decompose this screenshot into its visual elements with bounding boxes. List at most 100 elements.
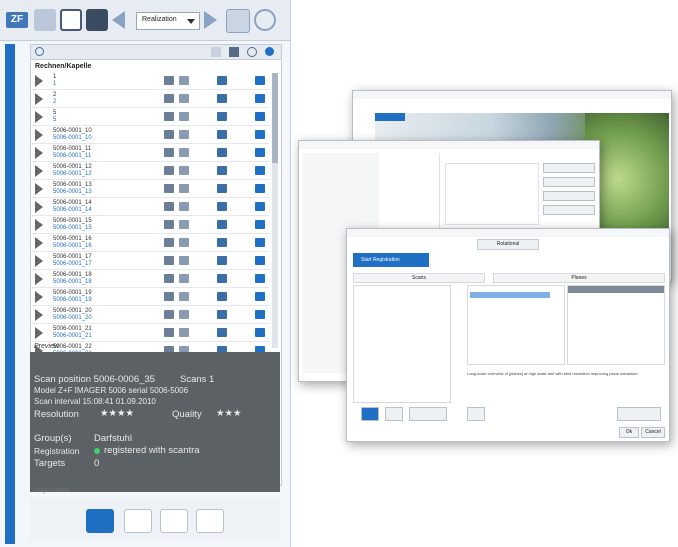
item-label: 5006-0001_19 5006-0001_19 <box>53 290 92 303</box>
cancel-button[interactable]: Cancel <box>641 427 665 438</box>
list-item[interactable]: 5006-0001_10 5006-0001_10 <box>31 127 269 144</box>
camera-icon <box>179 184 189 193</box>
item-label: 5006-0001_10 5006-0001_10 <box>53 128 92 141</box>
selected-row[interactable] <box>470 292 550 298</box>
list-item[interactable]: 5006-0001_14 5006-0001_14 <box>31 199 269 216</box>
window-icon[interactable] <box>86 9 108 31</box>
list-item[interactable]: 55 <box>31 109 269 126</box>
plane-action-button[interactable] <box>467 407 485 421</box>
register-icon[interactable] <box>255 202 265 211</box>
expand-arrow-icon[interactable] <box>35 93 43 105</box>
export-icon[interactable] <box>229 47 239 57</box>
folder-icon[interactable] <box>34 9 56 31</box>
list-item[interactable]: 5006-0001_16 5006-0001_16 <box>31 235 269 252</box>
scan-icon <box>164 112 174 121</box>
resolution-stars: ★★★★ <box>100 408 135 419</box>
toolbar: ZF Realization <box>0 0 290 41</box>
expand-arrow-icon[interactable] <box>35 309 43 321</box>
view-mode-dropdown[interactable]: Realization <box>136 12 200 30</box>
register-icon[interactable] <box>255 238 265 247</box>
tab-chat-icon[interactable] <box>86 509 114 533</box>
expand-arrow-icon[interactable] <box>35 75 43 87</box>
scan-action-button[interactable] <box>361 407 379 421</box>
register-icon[interactable] <box>255 130 265 139</box>
scrollbar-thumb[interactable] <box>272 73 278 163</box>
expand-arrow-icon[interactable] <box>35 327 43 339</box>
register-icon[interactable] <box>255 274 265 283</box>
register-icon[interactable] <box>255 112 265 121</box>
expand-arrow-icon[interactable] <box>35 237 43 249</box>
list-item[interactable]: 5006-0001_11 5006-0001_11 <box>31 145 269 162</box>
expand-arrow-icon[interactable] <box>35 291 43 303</box>
scan-action-button[interactable] <box>409 407 447 421</box>
register-icon[interactable] <box>255 184 265 193</box>
list-item[interactable]: 5006-0001_13 5006-0001_13 <box>31 181 269 198</box>
scan-icon <box>164 310 174 319</box>
scan-action-button[interactable] <box>385 407 403 421</box>
list-item[interactable]: 5006-0001_12 5006-0001_12 <box>31 163 269 180</box>
gear-icon[interactable] <box>265 47 274 56</box>
side-button[interactable] <box>543 205 595 215</box>
scan-interval: Scan interval 15:08:41 01.09.2010 <box>34 397 156 406</box>
expand-arrow-icon[interactable] <box>35 255 43 267</box>
start-registration-button[interactable]: Start Registration <box>353 253 429 267</box>
tab-chart-icon[interactable] <box>160 509 188 533</box>
panel-icon[interactable] <box>60 9 82 31</box>
tab-axes-icon[interactable] <box>196 509 224 533</box>
side-collapse-strip[interactable] <box>5 44 15 544</box>
plane-action-button[interactable] <box>617 407 661 421</box>
list-item[interactable]: 22 <box>31 91 269 108</box>
blue-tab[interactable] <box>375 113 405 121</box>
chevron-down-icon <box>187 19 195 24</box>
side-button[interactable] <box>543 191 595 201</box>
scrollbar[interactable] <box>272 73 278 348</box>
expand-arrow-icon[interactable] <box>35 111 43 123</box>
expand-arrow-icon[interactable] <box>35 183 43 195</box>
list-item[interactable]: 5006-0001_15 5006-0001_15 <box>31 217 269 234</box>
scan-icon <box>164 76 174 85</box>
scans-header: Scans <box>353 273 485 283</box>
close-icon[interactable] <box>211 47 221 57</box>
expand-arrow-icon[interactable] <box>35 219 43 231</box>
register-icon[interactable] <box>255 328 265 337</box>
target-icon <box>217 94 227 103</box>
tab-list-icon[interactable] <box>124 509 152 533</box>
register-icon[interactable] <box>255 256 265 265</box>
item-label: 22 <box>53 92 57 105</box>
register-icon[interactable] <box>255 310 265 319</box>
quality-stars: ★★★ <box>216 408 242 419</box>
status-dot-icon <box>94 448 100 454</box>
register-icon[interactable] <box>255 94 265 103</box>
expand-arrow-icon[interactable] <box>35 129 43 141</box>
expand-arrow-icon[interactable] <box>35 147 43 159</box>
dialog-tab[interactable]: Rotational <box>477 239 539 250</box>
list-item[interactable]: 5006-0001_20 5006-0001_20 <box>31 307 269 324</box>
brand-logo: ZF <box>6 12 28 28</box>
panel-toolbar <box>31 45 281 60</box>
list-item[interactable]: 5006-0001_21 5006-0001_21 <box>31 325 269 342</box>
expand-arrow-icon[interactable] <box>35 273 43 285</box>
register-icon[interactable] <box>255 76 265 85</box>
refresh-icon[interactable] <box>247 47 257 57</box>
register-icon[interactable] <box>255 292 265 301</box>
forward-arrow-icon[interactable] <box>204 11 217 29</box>
side-button[interactable] <box>543 177 595 187</box>
refresh-icon[interactable] <box>254 9 276 31</box>
preview-panel: Scan position 5006-0006_35 Scans 1 Model… <box>30 352 280 492</box>
search-icon[interactable] <box>35 47 44 56</box>
back-arrow-icon[interactable] <box>112 11 125 29</box>
ok-button[interactable]: Ok <box>619 427 639 438</box>
list-item[interactable]: 5006-0001_17 5006-0001_17 <box>31 253 269 270</box>
item-label: 5006-0001_16 5006-0001_16 <box>53 236 92 249</box>
side-button[interactable] <box>543 163 595 173</box>
list-item[interactable]: 11 <box>31 73 269 90</box>
expand-arrow-icon[interactable] <box>35 165 43 177</box>
register-icon[interactable] <box>255 148 265 157</box>
camera-icon <box>179 328 189 337</box>
expand-arrow-icon[interactable] <box>35 201 43 213</box>
register-icon[interactable] <box>255 166 265 175</box>
list-item[interactable]: 5006-0001_18 5006-0001_18 <box>31 271 269 288</box>
register-icon[interactable] <box>255 220 265 229</box>
monitor-icon[interactable] <box>226 9 250 33</box>
list-item[interactable]: 5006-0001_19 5006-0001_19 <box>31 289 269 306</box>
